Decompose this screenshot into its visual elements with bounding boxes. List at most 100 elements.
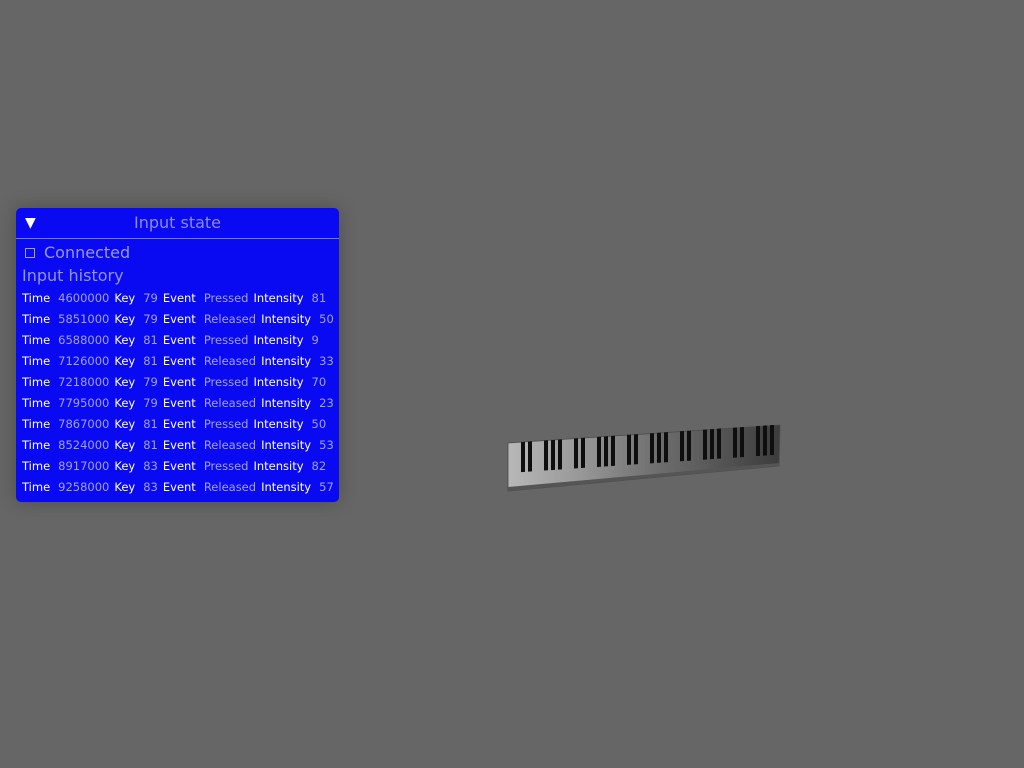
black-key	[604, 436, 608, 467]
black-key	[657, 432, 661, 463]
key-value: 79	[143, 312, 158, 326]
event-value: Pressed	[203, 291, 249, 305]
time-value: 7795000	[58, 396, 110, 410]
key-value: 81	[143, 417, 158, 431]
panel-header[interactable]: ▼ Input state	[16, 208, 339, 239]
time-label: Time	[22, 459, 51, 473]
black-key	[733, 427, 737, 458]
time-label: Time	[22, 438, 51, 452]
key-label: Key	[114, 480, 136, 494]
input-history-list: Time 4600000 Key 79 Event Pressed Intensity 81 T…	[22, 288, 337, 498]
black-key	[544, 440, 548, 471]
key-label: Key	[114, 333, 136, 347]
event-label: Event	[162, 438, 196, 452]
event-value: Released	[203, 480, 257, 494]
event-value: Released	[203, 396, 257, 410]
black-key	[740, 426, 744, 458]
black-key	[597, 436, 601, 467]
intensity-value: 50	[319, 312, 334, 326]
piano-keyboard-icon	[507, 424, 781, 492]
key-label: Key	[114, 291, 136, 305]
intensity-value: 9	[311, 333, 319, 347]
intensity-label: Intensity	[261, 438, 312, 452]
panel-title: Input state	[133, 213, 222, 232]
time-value: 8524000	[58, 438, 110, 452]
time-label: Time	[22, 291, 51, 305]
intensity-label: Intensity	[253, 291, 304, 305]
event-label: Event	[162, 459, 196, 473]
key-value: 81	[143, 438, 158, 452]
black-key	[664, 432, 668, 463]
time-label: Time	[22, 375, 51, 389]
intensity-label: Intensity	[253, 375, 304, 389]
time-value: 9258000	[58, 480, 110, 494]
event-label: Event	[162, 417, 196, 431]
black-key	[581, 437, 585, 469]
event-label: Event	[162, 375, 196, 389]
black-key	[687, 430, 691, 461]
intensity-label: Intensity	[261, 480, 312, 494]
scene-viewport[interactable]: ▼ Input state Connected Input history Ti…	[0, 0, 1024, 768]
key-label: Key	[114, 396, 136, 410]
connected-row[interactable]: Connected	[25, 243, 130, 263]
history-row: Time 7795000 Key 79 Event Released Intensity 23	[22, 393, 337, 414]
intensity-label: Intensity	[261, 312, 312, 326]
history-row: Time 7867000 Key 81 Event Pressed Intensity 50	[22, 414, 337, 435]
time-value: 7867000	[58, 417, 110, 431]
key-label: Key	[114, 459, 136, 473]
event-label: Event	[162, 396, 196, 410]
history-row: Time 8524000 Key 81 Event Released Intensity 53	[22, 435, 337, 456]
time-value: 4600000	[58, 291, 110, 305]
intensity-value: 70	[311, 375, 327, 389]
event-label: Event	[162, 312, 196, 326]
time-label: Time	[22, 417, 51, 431]
time-label: Time	[22, 333, 51, 347]
intensity-value: 23	[319, 396, 334, 410]
black-key	[650, 433, 654, 464]
history-row: Time 7218000 Key 79 Event Pressed Intensity 70	[22, 372, 337, 393]
key-value: 79	[143, 291, 158, 305]
black-key	[717, 428, 721, 459]
time-label: Time	[22, 354, 51, 368]
black-key	[528, 441, 532, 472]
keyboard-body	[507, 424, 781, 492]
black-key	[756, 425, 760, 457]
event-label: Event	[162, 480, 196, 494]
black-key	[627, 434, 631, 465]
history-row: Time 6588000 Key 81 Event Pressed Intensity 9	[22, 330, 337, 351]
black-key	[634, 434, 638, 465]
black-key	[521, 441, 525, 473]
intensity-value: 57	[319, 480, 334, 494]
key-value: 81	[143, 333, 158, 347]
time-value: 7126000	[58, 354, 110, 368]
history-row: Time 5851000 Key 79 Event Released Intensity 50	[22, 309, 337, 330]
input-state-panel: ▼ Input state Connected Input history Ti…	[16, 208, 339, 502]
key-value: 79	[143, 396, 158, 410]
event-value: Released	[203, 438, 257, 452]
key-label: Key	[114, 354, 136, 368]
intensity-value: 53	[319, 438, 334, 452]
connected-checkbox[interactable]	[25, 248, 35, 258]
key-label: Key	[114, 375, 136, 389]
black-key	[574, 438, 578, 469]
time-label: Time	[22, 396, 51, 410]
key-label: Key	[114, 312, 136, 326]
event-value: Pressed	[203, 333, 249, 347]
key-label: Key	[114, 438, 136, 452]
intensity-value: 50	[311, 417, 327, 431]
intensity-value: 81	[311, 291, 327, 305]
key-label: Key	[114, 417, 136, 431]
intensity-label: Intensity	[261, 396, 312, 410]
black-key	[551, 439, 555, 471]
time-value: 6588000	[58, 333, 110, 347]
black-key	[763, 425, 767, 456]
connected-label: Connected	[44, 243, 131, 262]
event-value: Released	[203, 354, 257, 368]
history-row: Time 8917000 Key 83 Event Pressed Intensity 82	[22, 456, 337, 477]
time-value: 5851000	[58, 312, 110, 326]
intensity-label: Intensity	[261, 354, 312, 368]
key-value: 83	[143, 459, 158, 473]
black-key	[558, 439, 562, 470]
event-value: Pressed	[203, 417, 249, 431]
time-value: 7218000	[58, 375, 110, 389]
